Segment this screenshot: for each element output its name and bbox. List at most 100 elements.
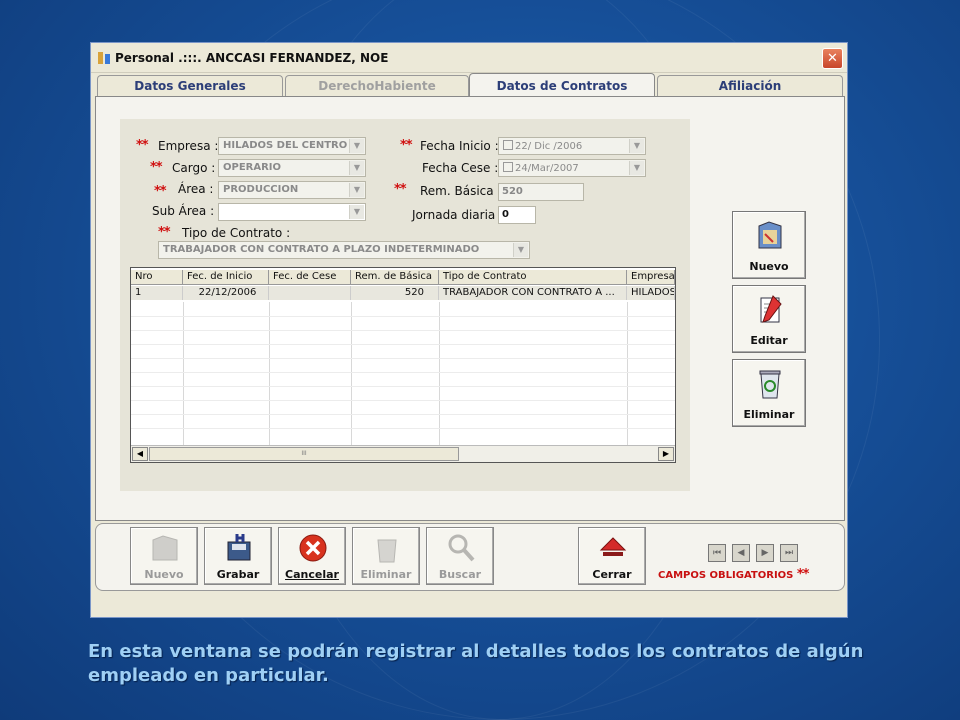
grid-line: [131, 400, 675, 401]
grabar-label: Grabar: [216, 568, 260, 581]
column-header-fec-inicio[interactable]: Fec. de Inicio: [183, 270, 269, 285]
campos-obligatorios-note: CAMPOS OBLIGATORIOS **: [658, 567, 810, 582]
grid-line: [627, 302, 628, 445]
toolbar-eliminar-button[interactable]: Eliminar: [352, 527, 420, 585]
grabar-button[interactable]: Grabar: [204, 527, 272, 585]
tab-afiliacion[interactable]: Afiliación: [657, 75, 843, 97]
chevron-down-icon[interactable]: ▼: [349, 205, 364, 219]
recycle-bin-icon: [759, 370, 781, 399]
grid-line: [131, 344, 675, 345]
nuevo-contrato-button[interactable]: Nuevo: [732, 211, 806, 279]
fecha-cese-picker[interactable]: 24/Mar/2007 ▼: [498, 159, 646, 177]
required-mark: **: [154, 184, 167, 199]
chevron-down-icon[interactable]: ▼: [629, 139, 644, 153]
eliminar-contrato-button[interactable]: Eliminar: [732, 359, 806, 427]
column-header-empresa[interactable]: Empresa: [627, 270, 675, 285]
nav-prev-button[interactable]: ◀: [732, 544, 750, 562]
close-button[interactable]: ✕: [822, 48, 843, 69]
chevron-down-icon[interactable]: ▼: [513, 243, 528, 257]
required-mark: **: [158, 225, 171, 240]
grid-line: [351, 302, 352, 445]
recycle-bin-icon: [377, 539, 397, 563]
fecha-inicio-label: Fecha Inicio :: [420, 139, 499, 153]
cell-fec-inicio: 22/12/2006: [183, 286, 269, 300]
grid-line: [131, 372, 675, 373]
chevron-down-icon[interactable]: ▼: [349, 139, 364, 153]
column-header-rem-basica[interactable]: Rem. de Básica: [351, 270, 439, 285]
close-arrow-icon: [599, 537, 627, 556]
cancelar-button[interactable]: Cancelar: [278, 527, 346, 585]
tab-panel-contratos: ** Empresa : HILADOS DEL CENTRO S ▼ ** Ca…: [95, 96, 845, 521]
required-mark: **: [796, 567, 810, 582]
folder-new-icon: [758, 221, 782, 249]
column-header-nro[interactable]: Nro: [131, 270, 183, 285]
tab-derechohabiente: DerechoHabiente: [285, 75, 469, 97]
contracts-table: Nro Fec. de Inicio Fec. de Cese Rem. de …: [130, 267, 676, 463]
tab-datos-de-contratos[interactable]: Datos de Contratos: [469, 73, 655, 98]
grid-line: [183, 302, 184, 445]
scroll-right-button[interactable]: ▶: [658, 447, 674, 461]
scroll-left-button[interactable]: ◀: [132, 447, 148, 461]
cargo-label: Cargo :: [172, 161, 216, 175]
window-title: Personal .:::. ANCCASI FERNANDEZ, NOE: [115, 51, 389, 65]
tipo-contrato-label: Tipo de Contrato :: [182, 226, 291, 240]
table-header: Nro Fec. de Inicio Fec. de Cese Rem. de …: [131, 270, 675, 285]
jornada-diaria-label: Jornada diaria :: [412, 208, 504, 222]
nav-last-button[interactable]: ⏭: [780, 544, 798, 562]
buscar-button[interactable]: Buscar: [426, 527, 494, 585]
scroll-thumb[interactable]: III: [149, 447, 459, 461]
title-bar: Personal .:::. ANCCASI FERNANDEZ, NOE ✕: [91, 43, 847, 73]
grid-line: [269, 302, 270, 445]
folder-new-icon: [152, 535, 178, 561]
sub-area-select[interactable]: ▼: [218, 203, 366, 221]
table-row[interactable]: 1 22/12/2006 520 TRABAJADOR CON CONTRATO…: [131, 286, 675, 300]
nav-next-button[interactable]: ▶: [756, 544, 774, 562]
required-mark: **: [394, 182, 407, 197]
fecha-cese-label: Fecha Cese :: [422, 161, 499, 175]
grid-line: [439, 302, 440, 445]
required-mark: **: [150, 160, 163, 175]
chevron-down-icon[interactable]: ▼: [629, 161, 644, 175]
toolbar-nuevo-label: Nuevo: [144, 568, 184, 581]
tab-datos-generales[interactable]: Datos Generales: [97, 75, 283, 97]
editar-label: Editar: [750, 334, 788, 347]
chevron-down-icon[interactable]: ▼: [349, 183, 364, 197]
date-checkbox[interactable]: [503, 162, 513, 172]
grid-line: [131, 330, 675, 331]
cell-fec-cese: [269, 286, 351, 300]
required-mark: **: [136, 138, 149, 153]
contract-form: ** Empresa : HILADOS DEL CENTRO S ▼ ** Ca…: [120, 119, 690, 491]
toolbar-nuevo-button[interactable]: Nuevo: [130, 527, 198, 585]
editar-contrato-button[interactable]: Editar: [732, 285, 806, 353]
grid-line: [131, 414, 675, 415]
chevron-down-icon[interactable]: ▼: [349, 161, 364, 175]
sub-area-label: Sub Área :: [152, 204, 215, 218]
edit-document-icon: [760, 295, 782, 323]
column-header-fec-cese[interactable]: Fec. de Cese: [269, 270, 351, 285]
cargo-select[interactable]: OPERARIO ▼: [218, 159, 366, 177]
horizontal-scrollbar[interactable]: ◀ III ▶: [131, 445, 675, 462]
jornada-diaria-field[interactable]: 0: [498, 206, 536, 224]
fecha-inicio-picker[interactable]: 22/ Dic /2006 ▼: [498, 137, 646, 155]
eliminar-label: Eliminar: [743, 408, 795, 421]
slide-caption: En esta ventana se podrán registrar al d…: [88, 641, 864, 686]
column-header-tipo-contrato[interactable]: Tipo de Contrato: [439, 270, 627, 285]
area-select[interactable]: PRODUCCION ▼: [218, 181, 366, 199]
search-person-icon: [448, 534, 475, 562]
empresa-select[interactable]: HILADOS DEL CENTRO S ▼: [218, 137, 366, 155]
save-disk-icon: [227, 534, 251, 561]
required-mark: **: [400, 138, 413, 153]
cerrar-button[interactable]: Cerrar: [578, 527, 646, 585]
buscar-label: Buscar: [438, 568, 482, 581]
empresa-label: Empresa :: [158, 139, 219, 153]
cell-rem-basica: 520: [351, 286, 439, 300]
date-checkbox[interactable]: [503, 140, 513, 150]
tipo-contrato-select[interactable]: TRABAJADOR CON CONTRATO A PLAZO INDETERM…: [158, 241, 530, 259]
nuevo-label: Nuevo: [749, 260, 789, 273]
rem-basica-field[interactable]: 520: [498, 183, 584, 201]
cerrar-label: Cerrar: [592, 568, 632, 581]
cell-nro: 1: [131, 286, 183, 300]
bottom-toolbar: Nuevo Grabar Cancelar Eliminar Buscar Ce…: [95, 523, 845, 591]
area-label: Área :: [178, 182, 214, 196]
nav-first-button[interactable]: ⏮: [708, 544, 726, 562]
